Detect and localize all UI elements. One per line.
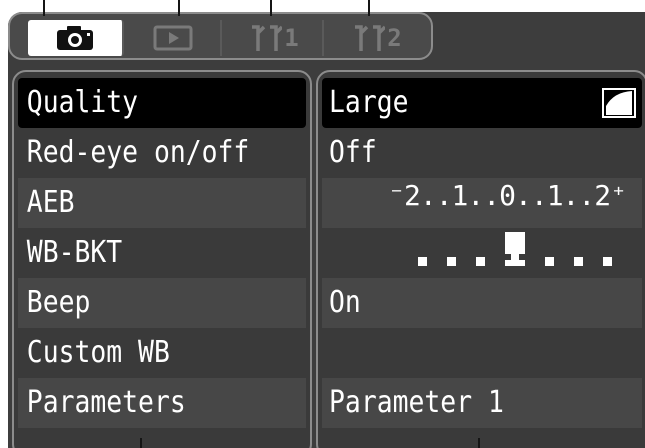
value-quality[interactable]: Large [322,78,642,128]
camera-menu-screen: 1 2 Quality Red-eye on/off AEB WB-BKT Be… [8,12,645,448]
menu-item-label: AEB [26,185,75,220]
callout-line [368,0,370,16]
value-parameters[interactable]: Parameter 1 [322,378,642,428]
scale-dot [545,257,554,266]
value-red-eye[interactable]: Off [322,128,642,178]
menu-item-aeb[interactable]: AEB [18,178,306,228]
value-custom-wb[interactable] [322,328,642,378]
menu-item-quality[interactable]: Quality [18,78,306,128]
menu-item-label: Beep [26,285,91,320]
tab-shooting[interactable] [28,20,124,56]
value-label: Parameter 1 [329,385,504,420]
value-label: Large [329,85,409,120]
menu-item-wb-bkt[interactable]: WB-BKT [18,228,306,278]
wb-bracket-marker-icon [505,232,525,266]
menu-item-list: Quality Red-eye on/off AEB WB-BKT Beep C… [12,70,312,448]
aeb-exposure-scale: ⁻2..1..0..1..2⁺ [388,179,627,212]
menu-item-custom-wb[interactable]: Custom WB [18,328,306,378]
menu-item-beep[interactable]: Beep [18,278,306,328]
tab-setup-2[interactable]: 2 [326,20,426,56]
menu-item-red-eye[interactable]: Red-eye on/off [18,128,306,178]
tab-playback[interactable] [126,20,222,56]
camera-icon [55,24,95,52]
callout-line [178,0,180,16]
wb-bracket-scale [408,232,622,266]
playback-icon [153,25,193,51]
value-label: Off [329,135,377,170]
menu-item-label: Parameters [26,385,186,420]
menu-item-label: WB-BKT [26,235,123,270]
value-beep[interactable]: On [322,278,642,328]
callout-line [478,438,480,448]
scale-dot [447,257,456,266]
tab-setup-1[interactable]: 1 [224,20,324,56]
scale-dot [574,257,583,266]
menu-tab-bar: 1 2 [8,12,433,60]
menu-item-parameters[interactable]: Parameters [18,378,306,428]
menu-item-label: Red-eye on/off [26,135,250,170]
scale-dot [476,257,485,266]
scale-dot [603,257,612,266]
callout-line [140,438,142,448]
image-quality-icon [602,88,636,124]
value-wb-bkt[interactable] [322,228,642,278]
scale-dot [418,257,427,266]
callout-line [43,0,45,16]
setup-icon [351,23,386,53]
callout-line [270,0,272,16]
tab-setup-1-label: 1 [284,24,298,52]
menu-item-label: Custom WB [26,335,170,370]
menu-value-list: Large Off ⁻2..1..0..1..2⁺ On Parameter 1 [316,70,645,448]
menu-item-label: Quality [26,85,139,120]
setup-icon [248,23,283,53]
tab-setup-2-label: 2 [387,24,401,52]
value-aeb[interactable]: ⁻2..1..0..1..2⁺ [322,178,642,228]
value-label: On [329,285,361,320]
